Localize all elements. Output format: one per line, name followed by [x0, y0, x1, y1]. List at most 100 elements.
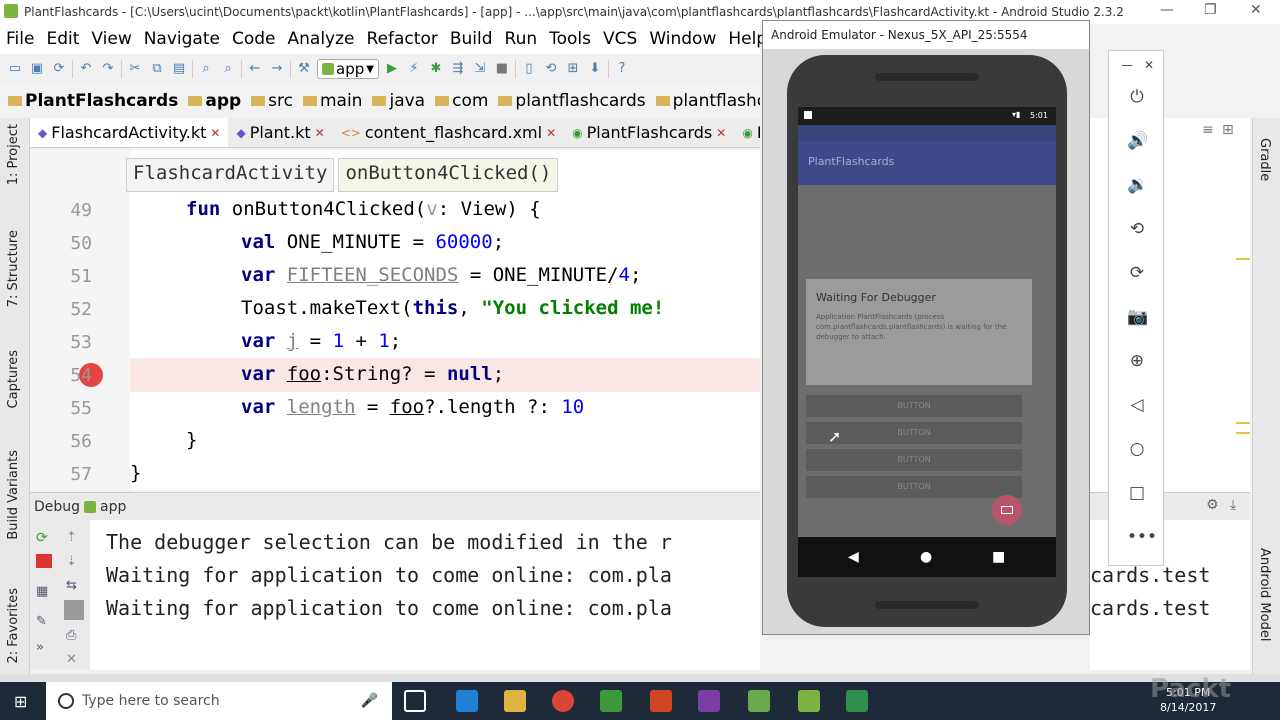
- zoom-icon[interactable]: ⊕: [1127, 351, 1147, 371]
- notepad-icon[interactable]: [748, 690, 770, 712]
- tab-flashcard-activity[interactable]: ◆ FlashcardActivity.kt ✕: [30, 118, 229, 147]
- file-explorer-icon[interactable]: [504, 690, 526, 712]
- camera-icon[interactable]: 📷: [1127, 307, 1148, 327]
- tab-list-icon[interactable]: ≡: [1202, 122, 1214, 138]
- find-icon[interactable]: ⌕: [197, 61, 215, 77]
- tab-e[interactable]: ◉ E: [734, 118, 760, 147]
- menu-tools[interactable]: Tools: [543, 29, 597, 49]
- close-tab-icon[interactable]: ✕: [716, 126, 726, 140]
- avd-manager-icon[interactable]: ▯: [520, 61, 538, 77]
- breadcrumb-item[interactable]: main: [302, 91, 362, 111]
- onenote-icon[interactable]: [698, 690, 720, 712]
- menu-vcs[interactable]: VCS: [597, 29, 643, 49]
- view-breakpoints-icon[interactable]: ▦: [36, 584, 52, 599]
- stop-icon[interactable]: [36, 554, 52, 568]
- tab-plantflashcards[interactable]: ◉ PlantFlashcards ✕: [564, 118, 734, 147]
- menu-window[interactable]: Window: [643, 29, 722, 49]
- tab-plant[interactable]: ◆ Plant.kt ✕: [228, 118, 332, 147]
- tab-gradle[interactable]: Gradle: [1257, 138, 1272, 181]
- make-project-icon[interactable]: ⚒: [295, 61, 313, 77]
- scroll-to-end-icon[interactable]: [64, 600, 84, 620]
- menu-analyze[interactable]: Analyze: [282, 29, 361, 49]
- paste-icon[interactable]: ▤: [170, 61, 188, 77]
- hide-icon[interactable]: ⤓: [1230, 497, 1236, 513]
- undo-icon[interactable]: ↶: [77, 61, 95, 77]
- menu-code[interactable]: Code: [226, 29, 282, 49]
- menu-build[interactable]: Build: [444, 29, 499, 49]
- sdk-manager-icon[interactable]: ⬇: [586, 61, 604, 77]
- rerun-icon[interactable]: ⟳: [36, 530, 52, 546]
- code-editor[interactable]: FlashcardActivity onButton4Clicked() 49 …: [30, 150, 760, 490]
- project-structure-icon[interactable]: ⊞: [564, 61, 582, 77]
- restore-icon[interactable]: ❐: [1204, 2, 1217, 18]
- menu-navigate[interactable]: Navigate: [138, 29, 226, 49]
- microphone-icon[interactable]: 🎤: [361, 693, 378, 709]
- menu-edit[interactable]: Edit: [40, 29, 85, 49]
- tab-favorites[interactable]: 2: Favorites: [6, 588, 21, 664]
- menu-file[interactable]: File: [0, 29, 40, 49]
- copy-icon[interactable]: ⧉: [148, 61, 166, 77]
- tab-android-model[interactable]: Android Model: [1257, 548, 1272, 641]
- up-icon[interactable]: ⇡: [66, 530, 82, 545]
- emulator-taskbar-icon[interactable]: [846, 690, 868, 712]
- forward-icon[interactable]: →: [268, 61, 286, 77]
- help-icon[interactable]: ?: [613, 61, 631, 77]
- taskbar-search[interactable]: Type here to search 🎤: [46, 682, 392, 720]
- back-icon[interactable]: ◁: [1127, 395, 1147, 415]
- clear-icon[interactable]: ✕: [66, 652, 82, 667]
- emu-close-icon[interactable]: ✕: [1139, 55, 1159, 75]
- attach-debugger-icon[interactable]: ⇲: [471, 61, 489, 77]
- breadcrumb-item[interactable]: src: [251, 91, 293, 111]
- emu-minimize-icon[interactable]: —: [1117, 55, 1137, 75]
- save-icon[interactable]: ▣: [28, 61, 46, 77]
- close-tab-icon[interactable]: ✕: [315, 126, 325, 140]
- down-icon[interactable]: ⇣: [66, 554, 82, 569]
- print-icon[interactable]: ⎙: [66, 628, 82, 643]
- split-icon[interactable]: ⊞: [1222, 122, 1234, 138]
- menu-run[interactable]: Run: [499, 29, 544, 49]
- close-tab-icon[interactable]: ✕: [546, 126, 556, 140]
- sync-icon[interactable]: ⟳: [50, 61, 68, 77]
- redo-icon[interactable]: ↷: [99, 61, 117, 77]
- task-view-icon[interactable]: [404, 690, 426, 712]
- debug-icon[interactable]: ✱: [427, 61, 445, 77]
- edge-icon[interactable]: [456, 690, 478, 712]
- app-button-1[interactable]: BUTTON: [806, 395, 1022, 417]
- tab-structure[interactable]: 7: Structure: [6, 230, 21, 307]
- fab-mail-button[interactable]: [992, 495, 1022, 525]
- rotate-left-icon[interactable]: ⟲: [1127, 219, 1147, 239]
- device-screen[interactable]: ▾▮ 5:01 PlantFlashcards Waiting For Debu…: [798, 107, 1056, 537]
- close-tab-icon[interactable]: ✕: [210, 126, 220, 140]
- breadcrumb-item[interactable]: java: [372, 91, 425, 111]
- gradle-sync-icon[interactable]: ⟲: [542, 61, 560, 77]
- minimize-icon[interactable]: —: [1160, 2, 1174, 18]
- breadcrumb-item[interactable]: com: [435, 91, 488, 111]
- run-config-select[interactable]: app ▼: [317, 59, 379, 79]
- chrome-icon[interactable]: [552, 690, 574, 712]
- power-icon[interactable]: ⏻: [1127, 87, 1147, 107]
- debug-config[interactable]: app: [100, 499, 126, 515]
- stop-icon[interactable]: ■: [493, 61, 511, 77]
- code-breadcrumb-class[interactable]: FlashcardActivity: [126, 158, 335, 192]
- soft-wrap-icon[interactable]: ⇆: [66, 578, 82, 593]
- settings-icon[interactable]: ✎: [36, 614, 52, 629]
- debug-console[interactable]: The debugger selection can be modified i…: [90, 520, 760, 670]
- volume-up-icon[interactable]: 🔊: [1127, 131, 1148, 151]
- breadcrumb-item[interactable]: app: [188, 91, 241, 111]
- nav-back-icon[interactable]: ◀: [848, 549, 859, 565]
- tab-project[interactable]: 1: Project: [6, 124, 21, 185]
- close-icon[interactable]: ✕: [1250, 2, 1262, 18]
- cut-icon[interactable]: ✂: [126, 61, 144, 77]
- breadcrumb-item[interactable]: plantflashcards: [498, 91, 646, 111]
- app-button-3[interactable]: BUTTON: [806, 449, 1022, 471]
- menu-refactor[interactable]: Refactor: [361, 29, 444, 49]
- tab-build-variants[interactable]: Build Variants: [6, 450, 21, 540]
- tab-content-flashcard[interactable]: <> content_flashcard.xml ✕: [333, 118, 564, 147]
- more-icon[interactable]: •••: [1127, 527, 1157, 547]
- app-button-4[interactable]: BUTTON: [806, 476, 1022, 498]
- home-icon[interactable]: ○: [1127, 439, 1147, 459]
- open-icon[interactable]: ▭: [6, 61, 24, 77]
- back-icon[interactable]: ←: [246, 61, 264, 77]
- expand-icon[interactable]: »: [36, 640, 52, 655]
- camtasia-icon[interactable]: [600, 690, 622, 712]
